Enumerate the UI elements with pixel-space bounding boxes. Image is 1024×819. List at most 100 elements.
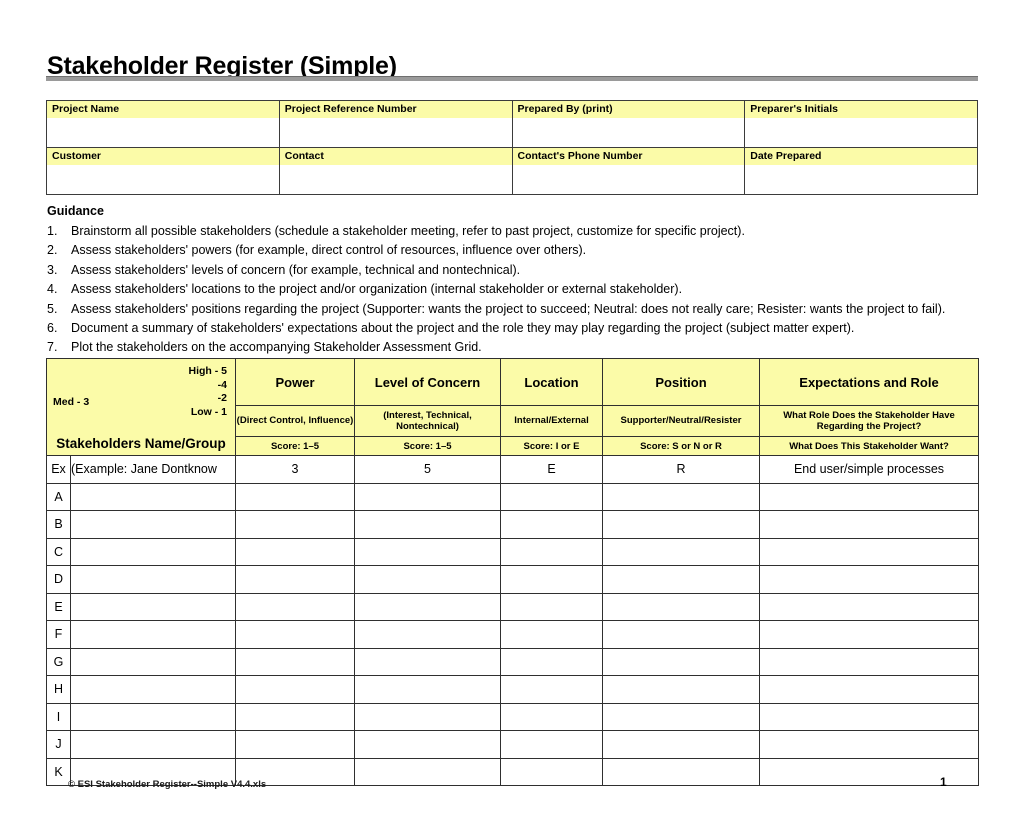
table-row: H: [46, 675, 979, 704]
cell-expectations[interactable]: [759, 510, 979, 539]
cell-expectations[interactable]: [759, 702, 979, 731]
cell-power[interactable]: [235, 565, 355, 594]
info-value-field[interactable]: [279, 165, 512, 194]
cell-concern[interactable]: [354, 730, 501, 759]
cell-power[interactable]: [235, 730, 355, 759]
cell-position[interactable]: [602, 675, 760, 704]
cell-power[interactable]: [235, 510, 355, 539]
cell-name[interactable]: [70, 592, 236, 621]
cell-expectations[interactable]: [759, 620, 979, 649]
cell-power[interactable]: [235, 592, 355, 621]
info-cell-contact[interactable]: Contact: [278, 147, 513, 195]
cell-concern[interactable]: [354, 675, 501, 704]
info-cell-date-prepared[interactable]: Date Prepared: [744, 147, 978, 195]
info-value-field[interactable]: [745, 165, 977, 194]
cell-name[interactable]: [70, 620, 236, 649]
info-value-field[interactable]: [512, 118, 745, 147]
cell-power[interactable]: [235, 702, 355, 731]
cell-name[interactable]: [70, 702, 236, 731]
cell-location[interactable]: [500, 537, 603, 566]
score-legend: High - 5 -4 -2 Low - 1: [107, 365, 228, 419]
cell-concern[interactable]: [354, 510, 501, 539]
info-cell-contacts-phone-number[interactable]: Contact's Phone Number: [511, 147, 746, 195]
info-cell-prepared-by[interactable]: Prepared By (print): [511, 100, 746, 148]
cell-concern[interactable]: [354, 592, 501, 621]
cell-power[interactable]: [235, 620, 355, 649]
cell-expectations[interactable]: [759, 675, 979, 704]
cell-concern[interactable]: [354, 757, 501, 786]
cell-position[interactable]: [602, 730, 760, 759]
cell-expectations[interactable]: [759, 565, 979, 594]
cell-position[interactable]: [602, 510, 760, 539]
cell-power[interactable]: [235, 675, 355, 704]
cell-name[interactable]: [70, 730, 236, 759]
cell-name[interactable]: [70, 510, 236, 539]
cell-name[interactable]: [70, 565, 236, 594]
info-row: Project Name Project Reference Number Pr…: [46, 100, 978, 148]
cell-name[interactable]: (Example: Jane Dontknow: [70, 455, 236, 484]
column-subtitle-location: Internal/External: [500, 405, 603, 437]
cell-location[interactable]: [500, 730, 603, 759]
cell-power[interactable]: [235, 537, 355, 566]
info-value-field[interactable]: [279, 118, 512, 147]
cell-position[interactable]: [602, 537, 760, 566]
cell-location[interactable]: [500, 702, 603, 731]
cell-concern[interactable]: 5: [354, 455, 501, 484]
cell-location[interactable]: E: [500, 455, 603, 484]
cell-location[interactable]: [500, 482, 603, 511]
cell-concern[interactable]: [354, 647, 501, 676]
cell-location[interactable]: [500, 757, 603, 786]
info-cell-preparers-initials[interactable]: Preparer's Initials: [744, 100, 978, 148]
cell-location[interactable]: [500, 565, 603, 594]
cell-position[interactable]: [602, 482, 760, 511]
guidance-list: 1. Brainstorm all possible stakeholders (…: [47, 222, 1007, 358]
info-value-field[interactable]: [47, 165, 279, 194]
cell-position[interactable]: [602, 757, 760, 786]
footer-copyright: © ESI Stakeholder Register--Simple V4.4.…: [68, 779, 267, 790]
cell-concern[interactable]: [354, 537, 501, 566]
cell-expectations[interactable]: [759, 537, 979, 566]
cell-position[interactable]: R: [602, 455, 760, 484]
cell-location[interactable]: [500, 510, 603, 539]
cell-position[interactable]: [602, 592, 760, 621]
cell-expectations[interactable]: [759, 730, 979, 759]
cell-concern[interactable]: [354, 620, 501, 649]
row-key: H: [46, 675, 71, 704]
cell-position[interactable]: [602, 620, 760, 649]
cell-expectations[interactable]: End user/simple processes: [759, 455, 979, 484]
info-value-field[interactable]: [745, 118, 977, 147]
column-header-position: Position: [602, 358, 760, 406]
cell-power[interactable]: [235, 647, 355, 676]
table-row: E: [46, 592, 979, 621]
cell-expectations[interactable]: [759, 592, 979, 621]
table-row: I: [46, 702, 979, 731]
cell-power[interactable]: [235, 482, 355, 511]
cell-location[interactable]: [500, 620, 603, 649]
cell-concern[interactable]: [354, 565, 501, 594]
info-cell-customer[interactable]: Customer: [46, 147, 280, 195]
row-key: Ex: [46, 455, 71, 484]
guidance-item: 5. Assess stakeholders' positions regardi…: [47, 300, 1007, 319]
cell-name[interactable]: [70, 537, 236, 566]
info-value-field[interactable]: [512, 165, 745, 194]
info-label: Contact: [279, 148, 512, 165]
cell-name[interactable]: [70, 647, 236, 676]
cell-location[interactable]: [500, 675, 603, 704]
cell-location[interactable]: [500, 647, 603, 676]
cell-expectations[interactable]: [759, 647, 979, 676]
cell-position[interactable]: [602, 702, 760, 731]
cell-concern[interactable]: [354, 482, 501, 511]
cell-name[interactable]: [70, 482, 236, 511]
cell-power[interactable]: 3: [235, 455, 355, 484]
info-cell-project-reference-number[interactable]: Project Reference Number: [278, 100, 513, 148]
cell-position[interactable]: [602, 565, 760, 594]
cell-location[interactable]: [500, 592, 603, 621]
cell-name[interactable]: [70, 675, 236, 704]
row-key: C: [46, 537, 71, 566]
cell-concern[interactable]: [354, 702, 501, 731]
cell-position[interactable]: [602, 647, 760, 676]
info-cell-project-name[interactable]: Project Name: [46, 100, 280, 148]
column-score-expectations-and-role: What Does This Stakeholder Want?: [759, 436, 979, 456]
cell-expectations[interactable]: [759, 482, 979, 511]
info-value-field[interactable]: [47, 118, 279, 147]
